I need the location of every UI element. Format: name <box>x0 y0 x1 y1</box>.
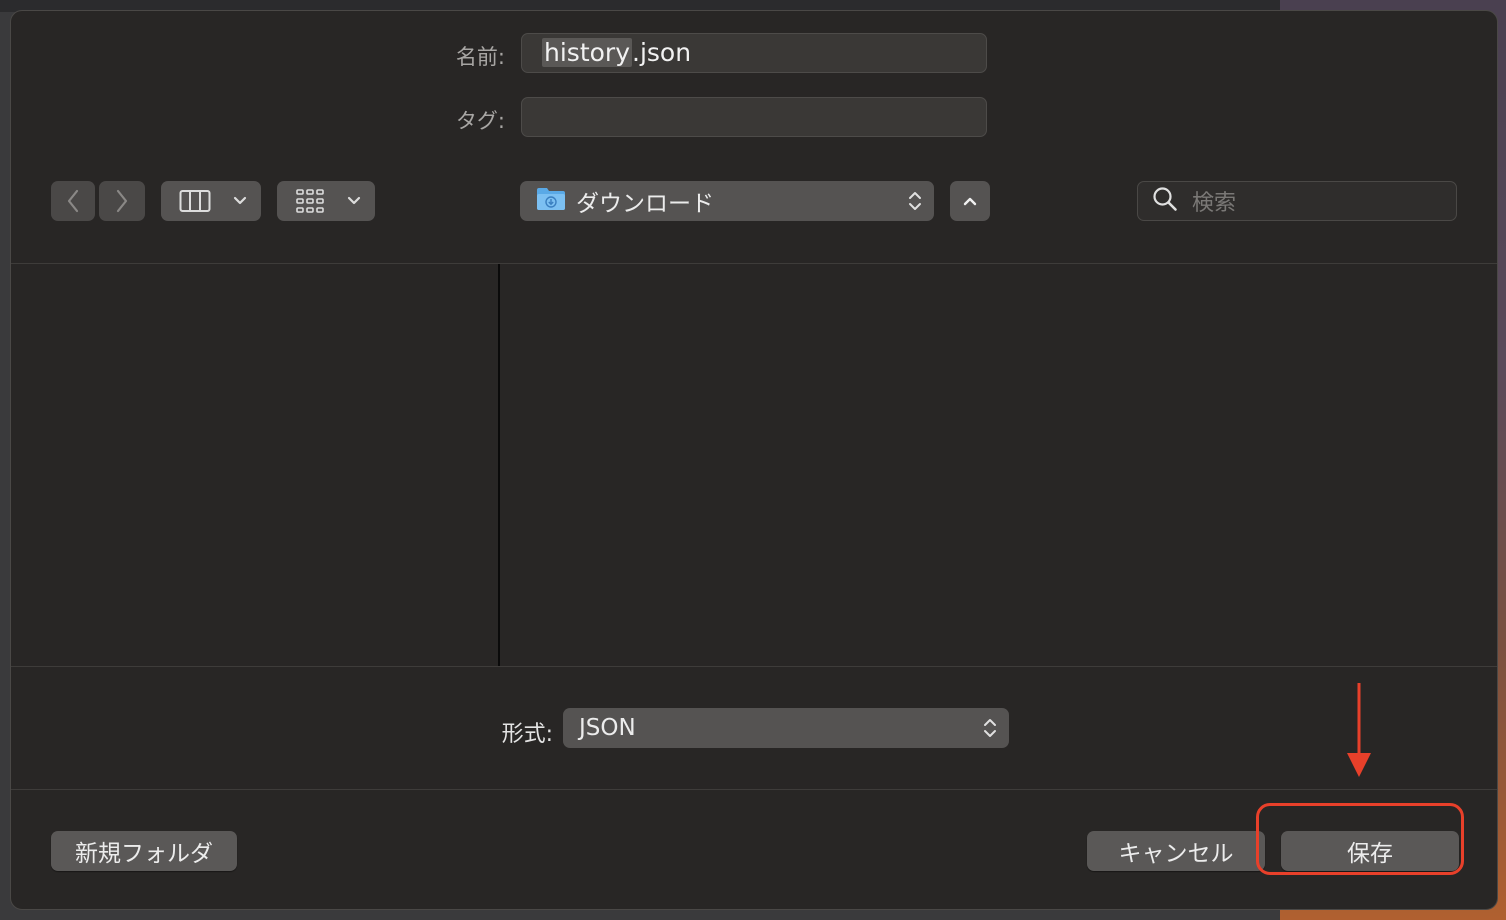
format-popup[interactable]: JSON <box>563 708 1009 748</box>
name-selected-text: history <box>542 38 632 67</box>
updown-chevron-icon <box>983 716 997 746</box>
sidebar-column[interactable] <box>11 264 499 666</box>
chevron-up-icon <box>962 195 978 207</box>
view-mode-button[interactable] <box>161 181 261 221</box>
name-label: 名前: <box>455 45 505 69</box>
parent-folder-button[interactable] <box>950 181 990 221</box>
updown-chevron-icon <box>908 189 922 219</box>
annotation-highlight <box>1256 803 1464 875</box>
downloads-folder-icon <box>536 185 566 217</box>
location-label: ダウンロード <box>576 191 714 217</box>
file-browser-column[interactable] <box>501 264 1497 666</box>
tags-field[interactable] <box>521 97 987 137</box>
cancel-button[interactable]: キャンセル <box>1087 831 1265 871</box>
search-placeholder: 検索 <box>1192 191 1237 216</box>
column-divider[interactable] <box>498 264 500 666</box>
save-dialog: 名前: history.json タグ: ダウンロード 検索 形式: JSON … <box>10 10 1498 910</box>
chevron-right-icon <box>115 189 129 213</box>
browser-divider <box>11 666 1497 667</box>
annotation-arrow <box>1346 683 1372 779</box>
format-divider <box>11 789 1497 790</box>
new-folder-button[interactable]: 新規フォルダ <box>51 831 237 871</box>
column-view-icon <box>179 189 211 213</box>
grid-view-icon <box>295 188 325 214</box>
chevron-down-icon <box>233 196 247 206</box>
format-label: 形式: <box>501 722 553 747</box>
name-rest-text: .json <box>632 38 692 67</box>
name-field[interactable]: history.json <box>521 33 987 73</box>
chevron-left-icon <box>66 189 80 213</box>
back-button[interactable] <box>51 181 95 221</box>
format-selected: JSON <box>579 715 636 741</box>
forward-button[interactable] <box>99 181 145 221</box>
search-field[interactable]: 検索 <box>1137 181 1457 221</box>
tags-label: タグ: <box>455 109 505 133</box>
group-button[interactable] <box>277 181 375 221</box>
search-icon <box>1152 186 1178 216</box>
location-popup[interactable]: ダウンロード <box>520 181 934 221</box>
chevron-down-icon <box>347 196 361 206</box>
